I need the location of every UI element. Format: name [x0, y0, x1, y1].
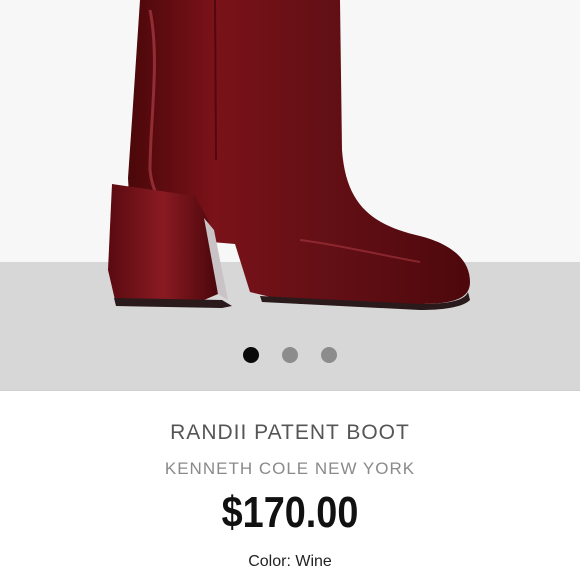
product-image: [108, 0, 470, 310]
carousel-dot-3[interactable]: [321, 347, 337, 363]
product-info: RANDII PATENT BOOT KENNETH COLE NEW YORK…: [0, 391, 580, 580]
product-name: RANDII PATENT BOOT: [170, 421, 410, 444]
carousel-dot-1[interactable]: [243, 347, 259, 363]
product-brand: KENNETH COLE NEW YORK: [164, 459, 416, 478]
color-value: Wine: [295, 553, 332, 570]
carousel-dots: [0, 346, 580, 364]
product-price: $170.00: [221, 488, 359, 537]
product-color: Color: Wine: [0, 553, 580, 571]
carousel-dot-2[interactable]: [282, 347, 298, 363]
product-image-gallery[interactable]: [0, 0, 580, 390]
color-label: Color:: [248, 553, 291, 570]
